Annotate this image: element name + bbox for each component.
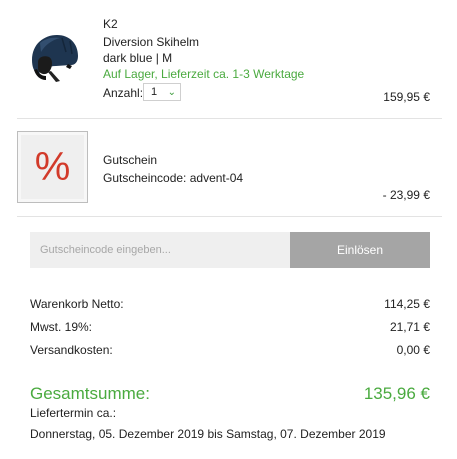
voucher-code: Gutscheincode: advent-04 [103, 171, 244, 185]
tax-value: 21,71 € [389, 320, 430, 334]
voucher-code-input[interactable] [30, 232, 290, 268]
shipping-label: Versandkosten: [30, 343, 113, 357]
quantity-select[interactable]: 1 ⌄ [143, 83, 181, 101]
percent-icon: % [17, 131, 88, 203]
net-value: 114,25 € [384, 297, 430, 311]
chevron-down-icon: ⌄ [167, 87, 176, 98]
product-price: 159,95 € [383, 90, 430, 104]
redeem-voucher-button[interactable]: Einlösen [290, 232, 430, 268]
net-label: Warenkorb Netto: [30, 297, 124, 311]
total-label: Gesamtsumme: [30, 384, 150, 403]
quantity-value: 1 [151, 86, 158, 98]
delivery-date: Donnerstag, 05. Dezember 2019 bis Samsta… [30, 427, 386, 441]
product-variant: dark blue | M [103, 51, 173, 65]
shipping-value: 0,00 € [396, 343, 430, 357]
product-image-helmet[interactable] [26, 30, 82, 86]
percent-symbol: % [34, 145, 71, 189]
product-brand: K2 [103, 17, 118, 31]
product-name[interactable]: Diversion Skihelm [103, 35, 199, 49]
divider [17, 118, 442, 119]
voucher-title: Gutschein [103, 153, 158, 167]
tax-label: Mwst. 19%: [30, 320, 93, 334]
total-value: 135,96 € [363, 384, 430, 403]
voucher-amount: - 23,99 € [382, 188, 430, 202]
quantity-label: Anzahl: [103, 86, 144, 100]
delivery-label: Liefertermin ca.: [30, 406, 117, 420]
availability-status: Auf Lager, Lieferzeit ca. 1-3 Werktage [103, 67, 305, 81]
divider [17, 216, 442, 217]
